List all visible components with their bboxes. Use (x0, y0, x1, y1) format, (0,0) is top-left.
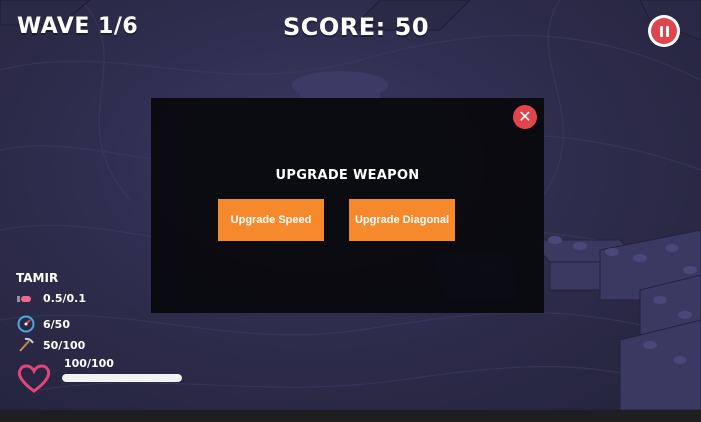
bottom-strip (0, 410, 701, 422)
upgrade-diagonal-button[interactable]: Upgrade Diagonal (349, 199, 455, 241)
pause-button[interactable] (648, 15, 680, 47)
upgrade-speed-button[interactable]: Upgrade Speed (218, 199, 324, 241)
player-name: TAMIR (16, 271, 59, 285)
health-text: 100/100 (64, 357, 114, 370)
stat-speed-row: 6/50 (17, 315, 70, 333)
upgrade-weapon-modal: ✕ UPGRADE WEAPON Upgrade Speed Upgrade D… (151, 98, 544, 313)
stat-pickaxe-row: 50/100 (17, 337, 85, 353)
heart-icon (16, 362, 52, 398)
stat-speed-value: 6/50 (43, 317, 70, 331)
speedometer-icon (17, 315, 35, 333)
health-bar-fill (62, 374, 182, 382)
bullet-icon (17, 295, 31, 302)
pause-icon (651, 18, 677, 44)
modal-title: UPGRADE WEAPON (275, 168, 420, 183)
close-button[interactable]: ✕ (513, 105, 537, 129)
pickaxe-icon (19, 337, 34, 352)
score-display: SCORE: 50 (283, 13, 430, 41)
stat-bullet-row: 0.5/0.1 (17, 292, 86, 305)
health-bar (62, 374, 182, 382)
stat-bullet-value: 0.5/0.1 (43, 292, 86, 305)
wave-counter: WAVE 1/6 (17, 14, 139, 39)
stat-pickaxe-value: 50/100 (43, 338, 86, 352)
